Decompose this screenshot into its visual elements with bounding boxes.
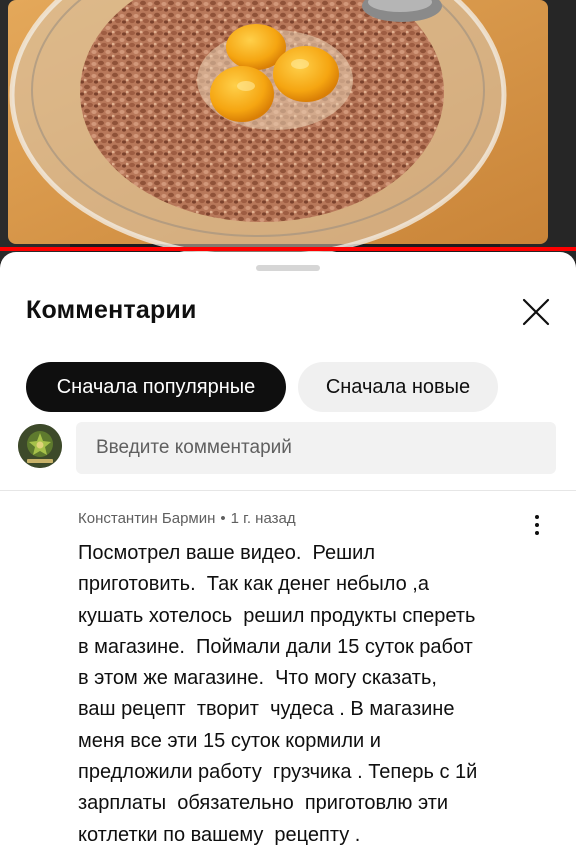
- comment-text: Посмотрел ваше видео. Решил приготовить.…: [78, 538, 548, 851]
- comment-line: в магазине. Поймали дали 15 суток работ: [78, 635, 473, 658]
- comment-line: Посмотрел ваше видео. Решил: [78, 542, 376, 564]
- close-icon: [522, 298, 550, 326]
- drag-handle[interactable]: [256, 265, 320, 271]
- comment-line: зарплаты обязательно приготовлю эти: [78, 792, 449, 815]
- video-player[interactable]: [0, 0, 576, 262]
- comment-time: 1 г. назад: [230, 510, 296, 527]
- avatar[interactable]: [18, 424, 62, 468]
- sort-chip-newest[interactable]: Сначала новые: [298, 362, 498, 412]
- comments-sheet: Комментарии Сначала популярные Сначала н…: [0, 252, 576, 864]
- comment-line: ваш рецепт творит чудеса . В магазине: [78, 698, 455, 721]
- comment-line: кушать хотелось решил продукты спереть: [78, 604, 476, 627]
- close-button[interactable]: [516, 292, 556, 332]
- divider: [0, 490, 576, 491]
- sheet-title: Комментарии: [26, 296, 197, 324]
- comment-line: котлетки по вашему рецепту .: [78, 823, 361, 846]
- comment-line: приготовить. Так как денег небыло ,а: [78, 573, 429, 596]
- comment-meta: Константин Бармин • 1 г. назад: [78, 510, 296, 527]
- comment-line: меня все эти 15 суток кормили и: [78, 729, 381, 752]
- comment-line: в этом же магазине. Что могу сказать,: [78, 667, 437, 690]
- sort-chip-popular[interactable]: Сначала популярные: [26, 362, 286, 412]
- video-thumbnail: [0, 0, 576, 262]
- comment-author[interactable]: Константин Бармин: [78, 510, 215, 527]
- more-options-button[interactable]: [526, 510, 548, 540]
- more-vert-icon: [535, 515, 539, 519]
- comment-line: предложили работу грузчика . Теперь с 1й: [78, 761, 478, 784]
- meta-separator: •: [220, 510, 226, 527]
- comment-input[interactable]: [76, 422, 556, 474]
- user-avatar-icon: [18, 424, 62, 468]
